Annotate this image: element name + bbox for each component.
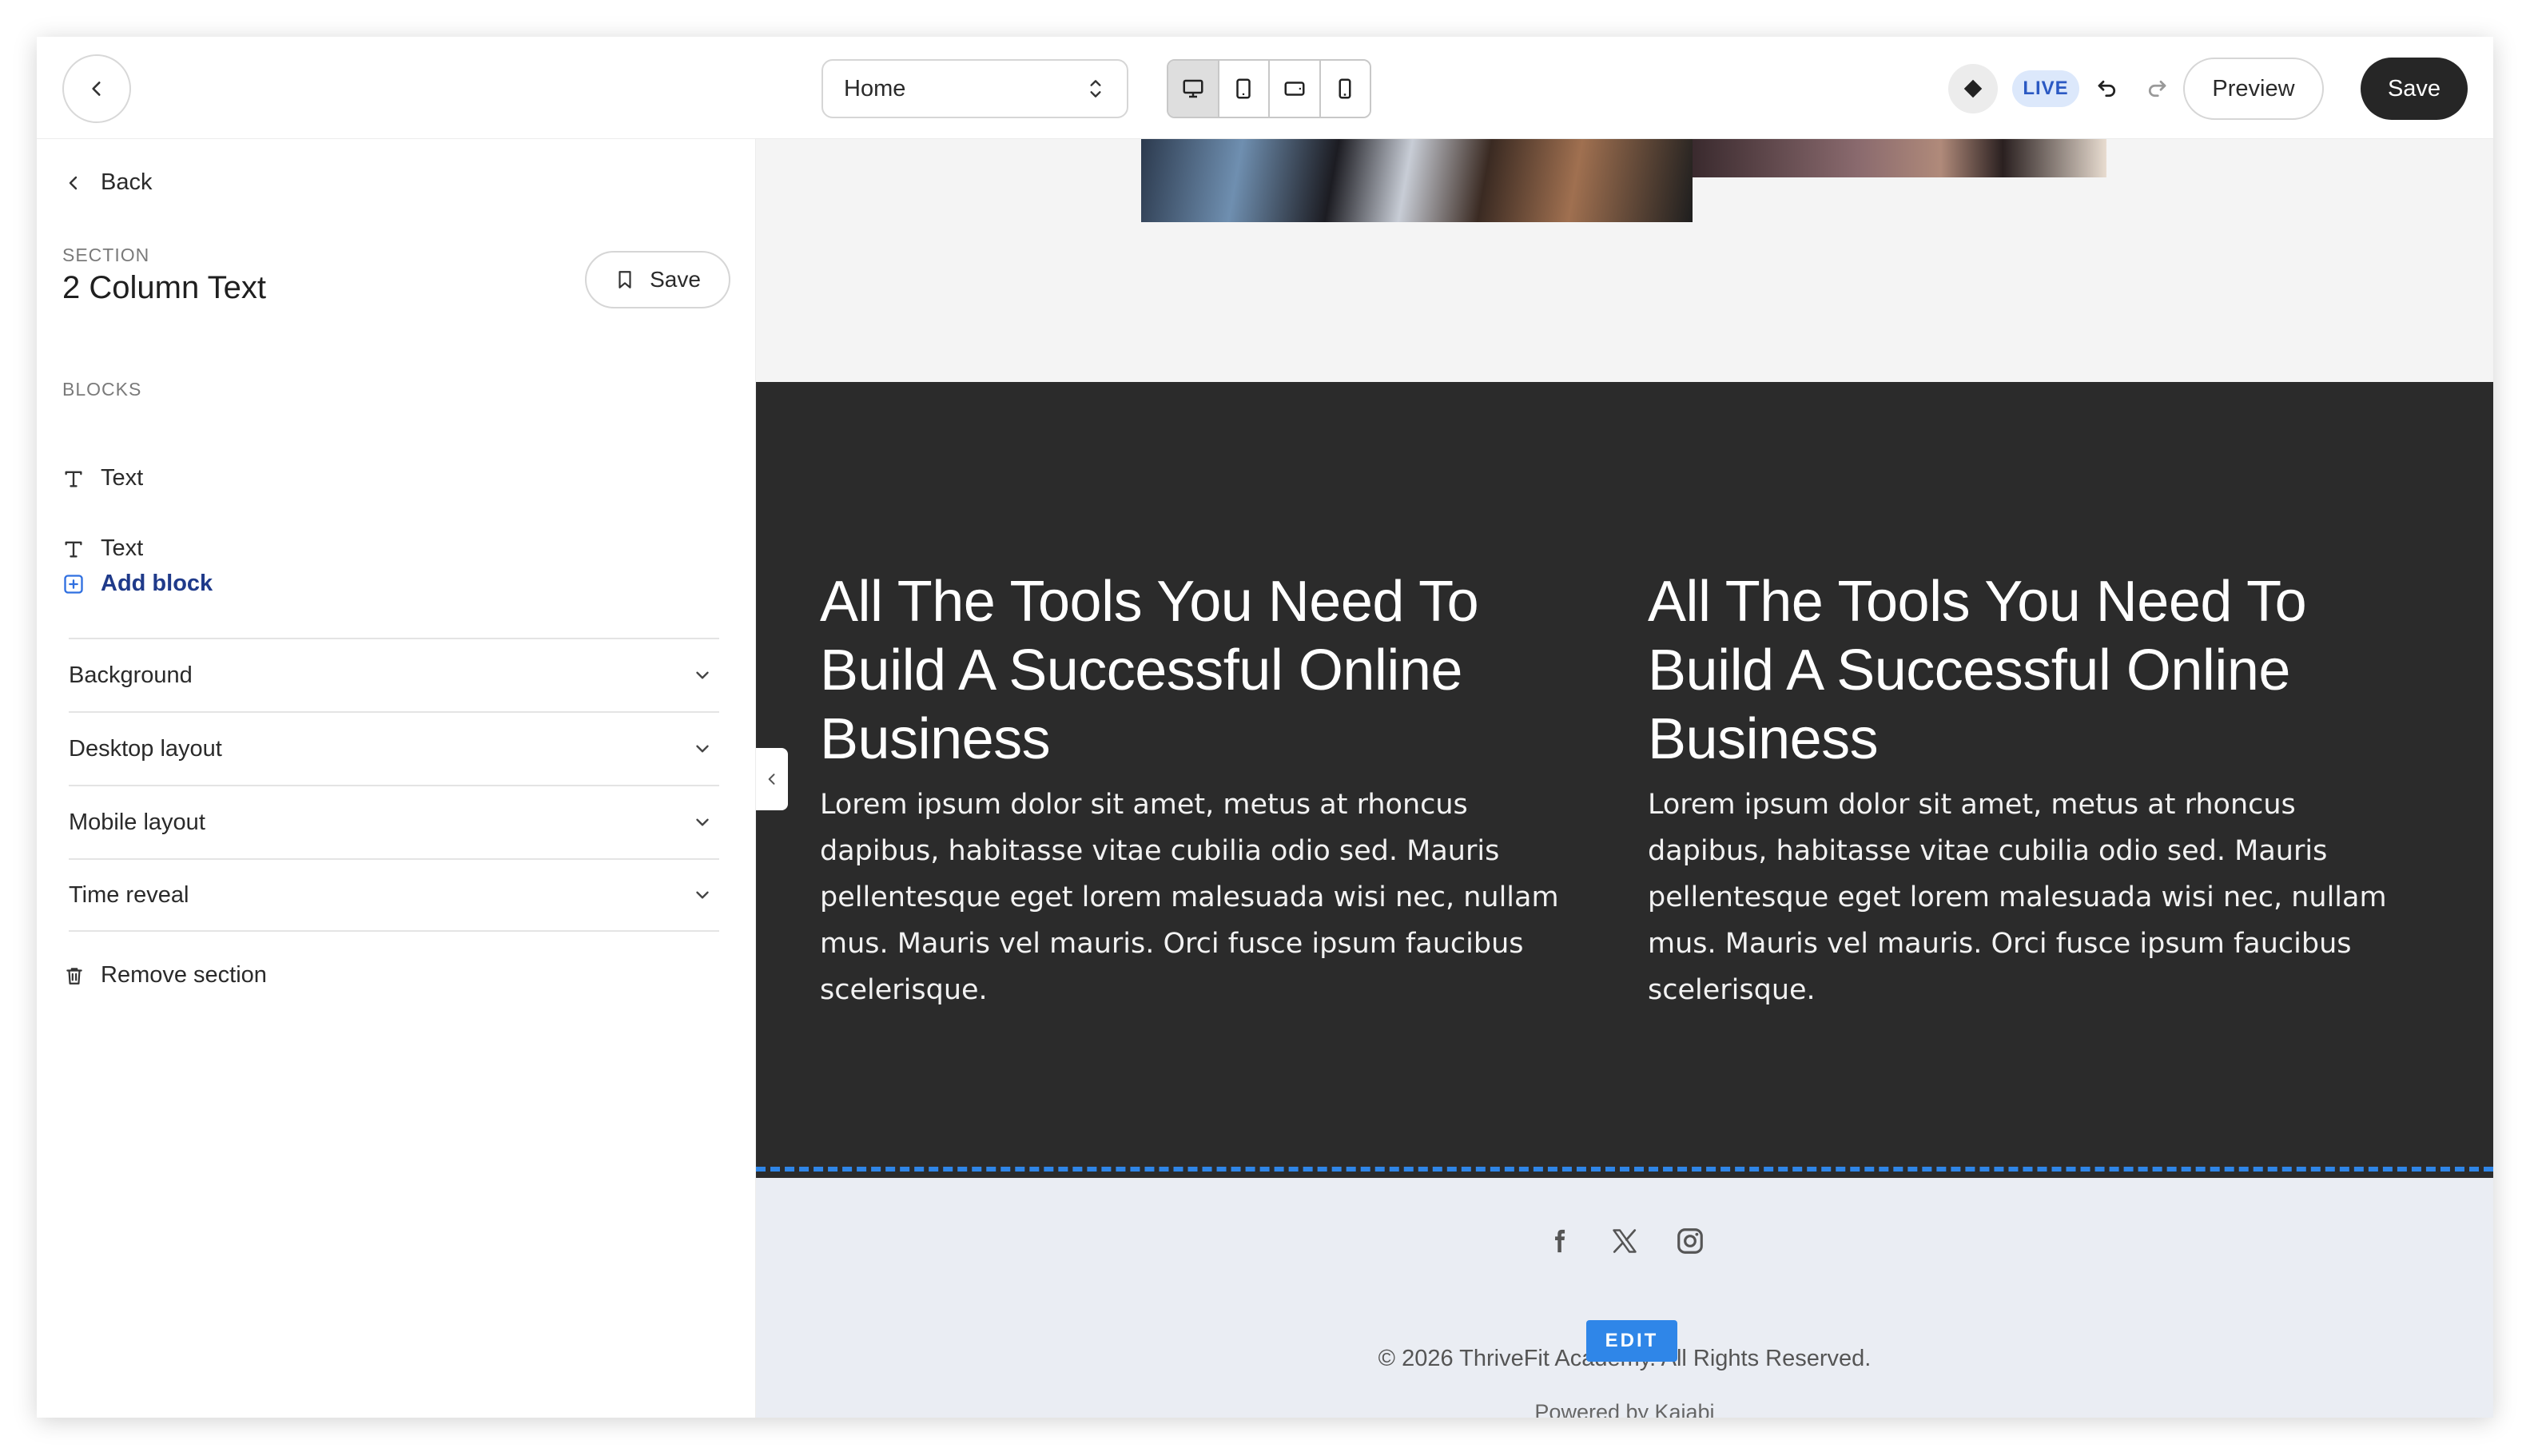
device-tablet-portrait-button[interactable] bbox=[1219, 61, 1270, 117]
desktop-icon bbox=[1183, 79, 1203, 98]
redo-icon bbox=[2148, 80, 2166, 97]
chevron-left-icon bbox=[92, 82, 101, 96]
top-bar: Home LIVE Preview Save bbox=[37, 37, 2493, 139]
instagram-icon[interactable] bbox=[1672, 1223, 1709, 1259]
chevron-down-icon bbox=[696, 745, 709, 753]
redo-button[interactable] bbox=[2137, 69, 2177, 109]
undo-icon bbox=[2098, 80, 2116, 97]
facebook-icon[interactable] bbox=[1541, 1223, 1577, 1259]
add-block-button[interactable]: Add block bbox=[62, 571, 213, 597]
preview-button[interactable]: Preview bbox=[2183, 58, 2324, 120]
text-column-left[interactable]: All The Tools You Need To Build A Succes… bbox=[820, 567, 1587, 1013]
footer-section[interactable]: EDIT © 2026 ThriveFit Academy. All Right… bbox=[756, 1178, 2493, 1418]
bookmark-icon bbox=[619, 271, 631, 288]
chevron-down-icon bbox=[696, 671, 709, 679]
editor-window: Home LIVE Preview Save Back SECTION 2 Co… bbox=[37, 37, 2493, 1418]
back-label: Back bbox=[101, 169, 153, 195]
text-column-right[interactable]: All The Tools You Need To Build A Succes… bbox=[1648, 567, 2415, 1013]
block-item[interactable]: Text bbox=[62, 465, 143, 491]
page-select-value: Home bbox=[844, 75, 906, 101]
tablet-portrait-icon bbox=[1236, 78, 1251, 99]
two-column-text-section[interactable]: All The Tools You Need To Build A Succes… bbox=[756, 382, 2493, 1178]
text-type-icon bbox=[65, 541, 82, 557]
device-desktop-button[interactable] bbox=[1168, 61, 1219, 117]
selected-section-divider bbox=[756, 1167, 2493, 1172]
page-preview-canvas: All The Tools You Need To Build A Succes… bbox=[756, 139, 2493, 1418]
powered-by-link[interactable]: Powered by Kajabi bbox=[756, 1400, 2493, 1418]
chevron-updown-icon bbox=[1090, 80, 1101, 97]
block-item[interactable]: Text bbox=[62, 535, 143, 562]
trash-icon bbox=[66, 967, 82, 985]
edit-footer-button[interactable]: EDIT bbox=[1586, 1320, 1677, 1362]
accordion-time-reveal[interactable]: Time reveal bbox=[69, 858, 719, 932]
live-status-badge: LIVE bbox=[2012, 70, 2079, 107]
diamond-icon bbox=[1963, 79, 1983, 98]
accordion-desktop-layout[interactable]: Desktop layout bbox=[69, 711, 719, 785]
column-body: Lorem ipsum dolor sit amet, metus at rho… bbox=[820, 789, 1559, 1006]
gallery-image bbox=[1693, 139, 2106, 177]
column-heading: All The Tools You Need To Build A Succes… bbox=[1648, 570, 2307, 771]
device-mobile-button[interactable] bbox=[1320, 61, 1370, 117]
save-section-label: Save bbox=[650, 267, 701, 292]
add-block-label: Add block bbox=[101, 571, 213, 596]
tablet-landscape-icon bbox=[1284, 82, 1305, 96]
mobile-icon bbox=[1339, 78, 1351, 99]
blocks-kicker: BLOCKS bbox=[62, 379, 142, 400]
device-toggle-group bbox=[1167, 59, 1371, 118]
chevron-left-icon bbox=[69, 176, 78, 189]
accordion-label: Desktop layout bbox=[69, 735, 222, 762]
collapse-sidebar-button[interactable] bbox=[756, 748, 788, 810]
undo-button[interactable] bbox=[2087, 69, 2127, 109]
page-select[interactable]: Home bbox=[821, 59, 1128, 118]
save-button[interactable]: Save bbox=[2361, 58, 2468, 120]
save-section-button[interactable]: Save bbox=[585, 251, 730, 308]
remove-section-label: Remove section bbox=[101, 962, 267, 988]
exit-editor-button[interactable] bbox=[62, 54, 131, 123]
text-type-icon bbox=[65, 471, 82, 487]
social-links bbox=[756, 1223, 2493, 1259]
section-kicker: SECTION bbox=[62, 245, 150, 265]
accordion-label: Mobile layout bbox=[69, 809, 205, 835]
block-item-label: Text bbox=[101, 465, 144, 491]
accordion-label: Time reveal bbox=[69, 881, 189, 908]
column-heading: All The Tools You Need To Build A Succes… bbox=[820, 570, 1479, 771]
accordion-mobile-layout[interactable]: Mobile layout bbox=[69, 785, 719, 858]
chevron-down-icon bbox=[696, 891, 709, 899]
remove-section-button[interactable]: Remove section bbox=[64, 962, 267, 989]
theme-settings-button[interactable] bbox=[1948, 64, 1998, 113]
back-link[interactable]: Back bbox=[64, 169, 152, 196]
chevron-down-icon bbox=[696, 818, 709, 826]
section-title: 2 Column Text bbox=[62, 270, 266, 305]
chevron-left-icon bbox=[768, 774, 775, 785]
device-tablet-landscape-button[interactable] bbox=[1270, 61, 1321, 117]
accordion-background[interactable]: Background bbox=[69, 638, 719, 711]
plus-square-icon bbox=[64, 574, 83, 594]
x-icon[interactable] bbox=[1606, 1223, 1643, 1259]
block-item-label: Text bbox=[101, 535, 144, 561]
accordion-label: Background bbox=[69, 662, 193, 688]
column-body: Lorem ipsum dolor sit amet, metus at rho… bbox=[1648, 789, 2387, 1006]
section-settings-sidebar: Back SECTION 2 Column Text Save BLOCKS T… bbox=[37, 139, 756, 1418]
gallery-image bbox=[1141, 139, 1693, 222]
